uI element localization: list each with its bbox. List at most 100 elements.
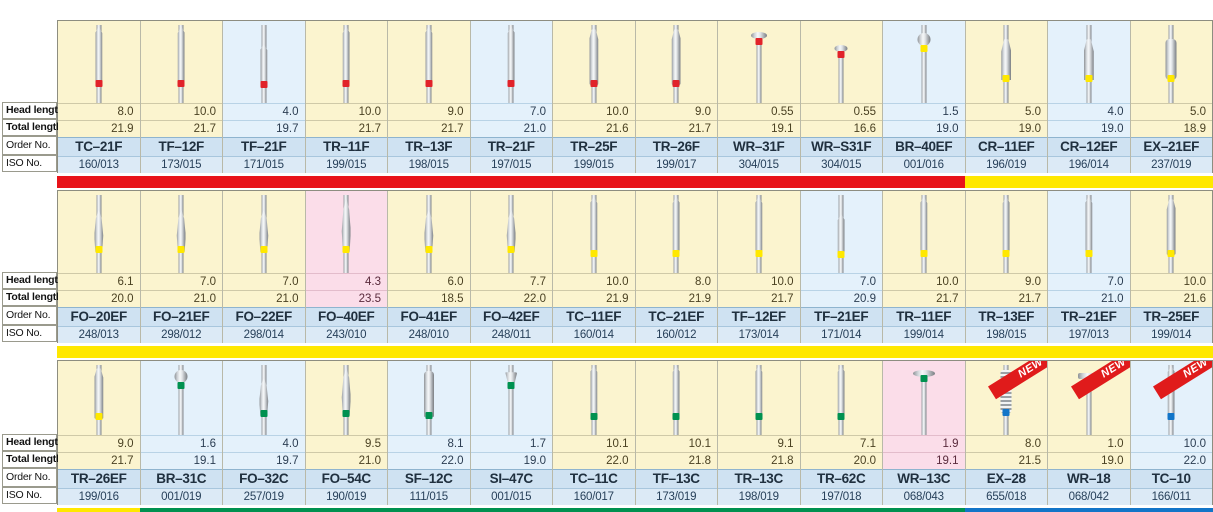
order-no-value[interactable]: TR–13EF bbox=[965, 307, 1047, 326]
order-no-value[interactable]: TR–11F bbox=[305, 137, 387, 156]
bur-column[interactable]: 10.0 21.6 TR–25EF 199/014 bbox=[1130, 191, 1212, 343]
bur-column[interactable]: 9.5 21.0 FO–54C 190/019 bbox=[305, 361, 388, 505]
bur-column[interactable]: 7.0 21.0 TR–21EF 197/013 bbox=[1048, 191, 1131, 343]
bur-illustration bbox=[409, 361, 449, 435]
order-no-value[interactable]: TR–21EF bbox=[1048, 307, 1130, 326]
bur-column[interactable]: 8.0 21.9 TC–21F 160/013 bbox=[58, 21, 141, 173]
bur-column[interactable]: 4.0 19.7 FO–32C 257/019 bbox=[223, 361, 306, 505]
bur-column[interactable]: 1.6 19.1 BR–31C 001/019 bbox=[140, 361, 223, 505]
bur-column[interactable]: 1.7 19.0 SI–47C 001/015 bbox=[470, 361, 553, 505]
bur-column[interactable]: NEW 10.0 22.0 TC–10 166/011 bbox=[1130, 361, 1212, 505]
order-no-value[interactable]: TR–11EF bbox=[883, 307, 965, 326]
bur-column[interactable]: 1.5 19.0 BR–40EF 001/016 bbox=[883, 21, 966, 173]
order-no-value[interactable]: FO–21EF bbox=[140, 307, 222, 326]
bur-column[interactable]: 10.0 21.7 TR–11EF 199/014 bbox=[883, 191, 966, 343]
order-no-value[interactable]: EX–28 bbox=[965, 469, 1047, 488]
bur-column[interactable]: 9.0 21.7 TR–13EF 198/015 bbox=[965, 191, 1048, 343]
order-no-value[interactable]: TR–13C bbox=[718, 469, 800, 488]
order-no-value[interactable]: FO–22EF bbox=[223, 307, 305, 326]
bur-color-band bbox=[95, 79, 103, 87]
order-no-value[interactable]: FO–54C bbox=[305, 469, 387, 488]
order-no-value[interactable]: TC–21EF bbox=[635, 307, 717, 326]
bur-column[interactable]: 8.1 22.0 SF–12C 111/015 bbox=[388, 361, 471, 505]
bur-column[interactable]: 10.1 22.0 TC–11C 160/017 bbox=[553, 361, 636, 505]
total-length-value: 21.0 bbox=[140, 290, 222, 307]
bur-column[interactable]: 9.0 21.7 TR–26F 199/017 bbox=[635, 21, 718, 173]
order-no-value[interactable]: TR–21F bbox=[470, 137, 552, 156]
bur-column[interactable]: 5.0 19.0 CR–11EF 196/019 bbox=[965, 21, 1048, 173]
bur-column[interactable]: 10.0 21.7 TF–12F 173/015 bbox=[140, 21, 223, 173]
bur-column[interactable]: 4.3 23.5 FO–40EF 243/010 bbox=[305, 191, 388, 343]
order-no-value[interactable]: TC–11C bbox=[553, 469, 635, 488]
bur-column[interactable]: NEW 1.0 19.0 WR–18 068/042 bbox=[1048, 361, 1131, 505]
bur-column[interactable]: NEW 8.0 21.5 EX–28 655/018 bbox=[965, 361, 1048, 505]
order-no-value[interactable]: FO–32C bbox=[223, 469, 305, 488]
bur-column[interactable]: 7.1 20.0 TR–62C 197/018 bbox=[800, 361, 883, 505]
bur-column[interactable]: 7.0 21.0 FO–22EF 298/014 bbox=[223, 191, 306, 343]
bur-column[interactable]: 7.0 20.9 TF–21EF 171/014 bbox=[800, 191, 883, 343]
bur-column[interactable]: 7.7 22.0 FO–42EF 248/011 bbox=[470, 191, 553, 343]
total-length-value: 21.9 bbox=[58, 120, 140, 137]
order-no-value[interactable]: FO–41EF bbox=[388, 307, 470, 326]
bur-column[interactable]: 9.0 21.7 TR–26EF 199/016 bbox=[58, 361, 141, 505]
order-no-value[interactable]: TR–26F bbox=[635, 137, 717, 156]
order-no-value[interactable]: BR–40EF bbox=[883, 137, 965, 156]
order-no-value[interactable]: CR–12EF bbox=[1048, 137, 1130, 156]
bur-column[interactable]: 6.0 18.5 FO–41EF 248/010 bbox=[388, 191, 471, 343]
order-no-value[interactable]: TF–12EF bbox=[718, 307, 800, 326]
bur-column[interactable]: 0.55 19.1 WR–31F 304/015 bbox=[718, 21, 801, 173]
order-no-value[interactable]: TR–25EF bbox=[1130, 307, 1212, 326]
bur-column[interactable]: 9.0 21.7 TR–13F 198/015 bbox=[388, 21, 471, 173]
bur-column[interactable]: 7.0 21.0 TR–21F 197/015 bbox=[470, 21, 553, 173]
order-no-value[interactable]: TC–10 bbox=[1130, 469, 1212, 488]
order-no-value[interactable]: TR–25F bbox=[553, 137, 635, 156]
order-no-value[interactable]: TF–21F bbox=[223, 137, 305, 156]
order-no-value[interactable]: TF–12F bbox=[140, 137, 222, 156]
grit-color-bar bbox=[57, 346, 1213, 358]
order-no-value[interactable]: TC–11EF bbox=[553, 307, 635, 326]
head-length-value: 7.0 bbox=[223, 273, 305, 290]
order-no-value[interactable]: FO–40EF bbox=[305, 307, 387, 326]
bur-column[interactable]: 5.0 18.9 EX–21EF 237/019 bbox=[1130, 21, 1212, 173]
order-no-value[interactable]: WR–S31F bbox=[800, 137, 882, 156]
bur-column[interactable]: 8.0 21.9 TC–21EF 160/012 bbox=[635, 191, 718, 343]
order-no-value[interactable]: WR–31F bbox=[718, 137, 800, 156]
bur-column[interactable]: 1.9 19.1 WR–13C 068/043 bbox=[883, 361, 966, 505]
order-no-value[interactable]: TC–21F bbox=[58, 137, 140, 156]
order-no-value[interactable]: BR–31C bbox=[140, 469, 222, 488]
order-no-value[interactable]: CR–11EF bbox=[965, 137, 1047, 156]
order-no-value[interactable]: TR–13F bbox=[388, 137, 470, 156]
bur-column[interactable]: 7.0 21.0 FO–21EF 298/012 bbox=[140, 191, 223, 343]
bur-column[interactable]: 6.1 20.0 FO–20EF 248/013 bbox=[58, 191, 141, 343]
order-no-value[interactable]: SI–47C bbox=[470, 469, 552, 488]
bur-color-band bbox=[1167, 249, 1175, 257]
bur-column[interactable]: 0.55 16.6 WR–S31F 304/015 bbox=[800, 21, 883, 173]
order-no-value[interactable]: WR–13C bbox=[883, 469, 965, 488]
order-no-value[interactable]: EX–21EF bbox=[1130, 137, 1212, 156]
bur-head bbox=[177, 25, 185, 85]
order-no-value[interactable]: TF–13C bbox=[635, 469, 717, 488]
bur-column[interactable]: 4.0 19.0 CR–12EF 196/014 bbox=[1048, 21, 1131, 173]
bur-color-band bbox=[342, 410, 350, 418]
bur-column[interactable]: 10.0 21.6 TR–25F 199/015 bbox=[553, 21, 636, 173]
bur-illustration bbox=[491, 191, 531, 273]
bur-column[interactable]: 10.1 21.8 TF–13C 173/019 bbox=[635, 361, 718, 505]
bur-image-cell bbox=[1130, 21, 1212, 103]
iso-no-value: 173/019 bbox=[635, 488, 717, 505]
order-no-value[interactable]: TF–21EF bbox=[800, 307, 882, 326]
bur-column[interactable]: 10.0 21.7 TF–12EF 173/014 bbox=[718, 191, 801, 343]
total-length-value: 20.0 bbox=[800, 452, 882, 469]
order-no-value[interactable]: TR–26EF bbox=[58, 469, 140, 488]
iso-no-value: 160/017 bbox=[553, 488, 635, 505]
order-no-value[interactable]: TR–62C bbox=[800, 469, 882, 488]
order-no-value[interactable]: FO–20EF bbox=[58, 307, 140, 326]
bur-column[interactable]: 10.0 21.7 TR–11F 199/015 bbox=[305, 21, 388, 173]
order-no-value[interactable]: WR–18 bbox=[1048, 469, 1130, 488]
iso-no-value: 173/014 bbox=[718, 326, 800, 343]
bur-column[interactable]: 4.0 19.7 TF–21F 171/015 bbox=[223, 21, 306, 173]
bur-column[interactable]: 9.1 21.8 TR–13C 198/019 bbox=[718, 361, 801, 505]
bur-shank bbox=[756, 35, 762, 103]
order-no-value[interactable]: FO–42EF bbox=[470, 307, 552, 326]
bur-column[interactable]: 10.0 21.9 TC–11EF 160/014 bbox=[553, 191, 636, 343]
order-no-value[interactable]: SF–12C bbox=[388, 469, 470, 488]
